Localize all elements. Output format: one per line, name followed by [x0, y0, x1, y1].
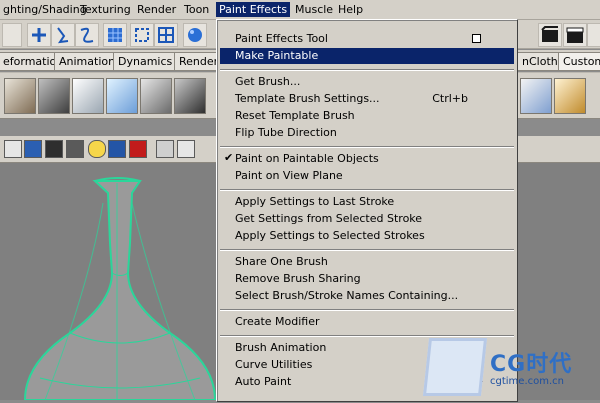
tab-custom[interactable]: Custom — [558, 52, 600, 71]
tab-ncloth[interactable]: nCloth — [517, 52, 563, 71]
menu-item-get-settings-selected-stroke[interactable]: Get Settings from Selected Stroke — [220, 211, 514, 227]
menu-item-share-one-brush[interactable]: Share One Brush — [220, 254, 514, 270]
toolbar-collapse-icon[interactable] — [2, 23, 22, 47]
menu-item-paint-on-paintable-objects[interactable]: ✔ Paint on Paintable Objects — [220, 151, 514, 167]
lit-cube-icon[interactable] — [66, 140, 84, 158]
menu-separator — [220, 69, 514, 71]
menu-texturing[interactable]: Texturing — [77, 2, 134, 17]
menu-separator — [220, 189, 514, 191]
option-box-icon[interactable] — [472, 34, 481, 43]
curve2-icon[interactable] — [75, 23, 99, 47]
menu-item-remove-brush-sharing[interactable]: Remove Brush Sharing — [220, 271, 514, 287]
menu-separator — [220, 309, 514, 311]
brush-preset-icon[interactable] — [174, 78, 206, 114]
brush-preset-icon[interactable] — [4, 78, 36, 114]
plus-icon[interactable] — [27, 23, 51, 47]
main-menubar: ghting/Shading Texturing Render Toon Pai… — [0, 0, 600, 20]
menu-separator — [220, 146, 514, 148]
menu-paint-effects[interactable]: Paint Effects — [216, 2, 291, 17]
render-options-icon[interactable] — [587, 23, 600, 47]
menu-item-apply-settings-last-stroke[interactable]: Apply Settings to Last Stroke — [220, 194, 514, 210]
brush-preset-icon[interactable] — [38, 78, 70, 114]
menu-help[interactable]: Help — [335, 2, 366, 17]
menu-item-paint-effects-tool[interactable]: Paint Effects Tool — [220, 31, 514, 47]
menu-item-template-brush-settings[interactable]: Template Brush Settings... Ctrl+b — [220, 91, 514, 107]
menu-separator — [220, 249, 514, 251]
menu-toon[interactable]: Toon — [181, 2, 212, 17]
isolate-icon[interactable] — [156, 140, 174, 158]
menu-item-paint-on-view-plane[interactable]: Paint on View Plane — [220, 168, 514, 184]
cg-logo-icon — [422, 338, 488, 396]
tab-animation[interactable]: Animation — [54, 52, 121, 71]
xray-icon[interactable] — [177, 140, 195, 158]
light-bulb-icon[interactable] — [88, 140, 106, 158]
menu-render[interactable]: Render — [134, 2, 179, 17]
curve-icon[interactable] — [51, 23, 75, 47]
brush-preset-icon[interactable] — [520, 78, 552, 114]
render-clapboard-icon[interactable] — [563, 23, 587, 47]
shortcut-label: Ctrl+b — [432, 92, 468, 105]
snap-icon[interactable] — [130, 23, 154, 47]
watermark-site: cgtime.com.cn — [490, 376, 564, 387]
sphere-icon[interactable] — [183, 23, 207, 47]
tab-dynamics[interactable]: Dynamics — [113, 52, 178, 71]
brush-preset-icon[interactable] — [106, 78, 138, 114]
brush-preset-icon[interactable] — [554, 78, 586, 114]
menu-muscle[interactable]: Muscle — [292, 2, 336, 17]
menu-item-apply-settings-selected-strokes[interactable]: Apply Settings to Selected Strokes — [220, 228, 514, 244]
shaded-cube-icon[interactable] — [24, 140, 42, 158]
menu-item-flip-tube-direction[interactable]: Flip Tube Direction — [220, 125, 514, 141]
menu-item-get-brush[interactable]: Get Brush... — [220, 74, 514, 90]
menu-separator — [220, 335, 514, 337]
grid-icon[interactable] — [103, 23, 127, 47]
watermark: CG时代 cgtime.com.cn — [422, 338, 596, 398]
wireframe-cube-icon[interactable] — [4, 140, 22, 158]
textured-cube-icon[interactable] — [45, 140, 63, 158]
default-light-icon[interactable] — [108, 140, 126, 158]
red-cube-icon[interactable] — [129, 140, 147, 158]
clapboard-icon[interactable] — [538, 23, 562, 47]
menu-item-reset-template-brush[interactable]: Reset Template Brush — [220, 108, 514, 124]
checkmark-icon: ✔ — [224, 151, 234, 164]
watermark-brand: CG时代 — [490, 352, 573, 377]
brush-preset-icon[interactable] — [72, 78, 104, 114]
lattice-icon[interactable] — [154, 23, 178, 47]
menu-item-make-paintable[interactable]: Make Paintable — [220, 48, 514, 64]
brush-preset-icon[interactable] — [140, 78, 172, 114]
menu-item-create-modifier[interactable]: Create Modifier — [220, 314, 514, 330]
menu-item-select-brush-stroke-names[interactable]: Select Brush/Stroke Names Containing... — [220, 288, 514, 304]
